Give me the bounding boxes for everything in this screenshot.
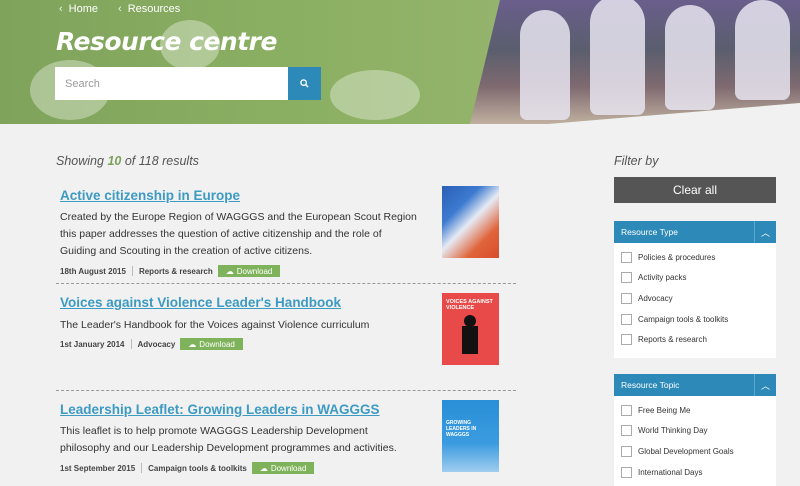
breadcrumb-home-link[interactable]: Home bbox=[69, 3, 98, 15]
meta-divider bbox=[130, 339, 132, 349]
result-date: 18th August 2015 bbox=[60, 266, 126, 276]
result-date: 1st September 2015 bbox=[60, 463, 136, 473]
results-count-suffix: of 118 results bbox=[121, 154, 199, 168]
results-count: Showing 10 of 118 results bbox=[56, 154, 199, 168]
chevron-left-icon: ‹ bbox=[59, 3, 63, 15]
checkbox[interactable] bbox=[621, 313, 632, 325]
hero-photo-figure bbox=[665, 5, 715, 110]
checkbox[interactable] bbox=[621, 445, 632, 457]
checkbox[interactable] bbox=[621, 272, 632, 284]
result-thumbnail[interactable]: GROWING LEADERS IN WAGGGS bbox=[442, 400, 499, 472]
result-thumbnail[interactable]: VOICES AGAINST VIOLENCE bbox=[442, 293, 499, 365]
result-description: This leaflet is to help promote WAGGGS L… bbox=[60, 425, 397, 454]
chevron-up-icon[interactable]: ︿ bbox=[754, 221, 776, 243]
cloud-download-icon: ☁ bbox=[259, 463, 268, 473]
facet-option-label: Campaign tools & toolkits bbox=[638, 314, 729, 324]
facet-header[interactable]: Resource Type ︿ bbox=[614, 221, 776, 243]
checkbox[interactable] bbox=[621, 334, 632, 346]
facet-option[interactable]: International Days bbox=[621, 462, 769, 483]
facet-option-label: Policies & procedures bbox=[638, 252, 716, 262]
checkbox[interactable] bbox=[621, 404, 632, 416]
result-item: Leadership Leaflet: Growing Leaders in W… bbox=[56, 400, 516, 474]
facet-option-label: World Thinking Day bbox=[638, 426, 708, 436]
hero-decoration bbox=[330, 70, 420, 120]
result-description: Created by the Europe Region of WAGGGS a… bbox=[60, 211, 417, 257]
search-button[interactable] bbox=[288, 67, 321, 100]
facet-option-label: Free Being Me bbox=[638, 405, 691, 415]
checkbox[interactable] bbox=[621, 425, 632, 437]
facet-option[interactable]: Policies & procedures bbox=[621, 247, 769, 268]
facet-option[interactable]: Advocacy bbox=[621, 288, 769, 309]
facet-options: Free Being Me World Thinking Day Global … bbox=[614, 396, 776, 486]
facet-option-label: Global Development Goals bbox=[638, 446, 734, 456]
facet-option-label: International Days bbox=[638, 467, 703, 477]
hero-photo-figure bbox=[520, 10, 570, 120]
results-count-prefix: Showing bbox=[56, 154, 108, 168]
breadcrumb-resources-link[interactable]: Resources bbox=[128, 3, 181, 15]
facet-option[interactable]: Activity packs bbox=[621, 268, 769, 289]
facet-header[interactable]: Resource Topic ︿ bbox=[614, 374, 776, 396]
thumbnail-figure bbox=[462, 326, 478, 354]
result-item: Voices against Violence Leader's Handboo… bbox=[56, 293, 516, 365]
facet-heading: Resource Type bbox=[621, 227, 679, 237]
download-button[interactable]: ☁ Download bbox=[217, 265, 281, 277]
download-button[interactable]: ☁ Download bbox=[180, 338, 243, 350]
download-label: Download bbox=[270, 463, 307, 473]
download-button[interactable]: ☁ Download bbox=[251, 462, 315, 474]
cloud-download-icon: ☁ bbox=[188, 339, 197, 349]
facet-option[interactable]: Global Development Goals bbox=[621, 441, 769, 462]
hero-photo-figure bbox=[590, 0, 645, 115]
result-item: Active citizenship in Europe Created by … bbox=[56, 186, 516, 277]
meta-divider bbox=[131, 266, 133, 276]
result-meta: 18th August 2015 Reports & research ☁ Do… bbox=[60, 265, 516, 277]
download-label: Download bbox=[236, 266, 273, 276]
filter-by-label: Filter by bbox=[614, 154, 659, 168]
search-icon bbox=[300, 79, 309, 88]
result-divider bbox=[56, 390, 516, 391]
result-description: The Leader's Handbook for the Voices aga… bbox=[60, 319, 370, 331]
facet-option-label: Reports & research bbox=[638, 335, 707, 345]
facet-option[interactable]: Campaign tools & toolkits bbox=[621, 309, 769, 330]
result-category: Reports & research bbox=[138, 266, 213, 276]
checkbox[interactable] bbox=[621, 251, 632, 263]
hero-banner: ‹ Home ‹ Resources Resource centre bbox=[0, 0, 800, 124]
result-date: 1st January 2014 bbox=[60, 339, 125, 349]
result-category: Advocacy bbox=[137, 339, 176, 349]
checkbox[interactable] bbox=[621, 466, 632, 478]
download-label: Download bbox=[199, 339, 235, 349]
cloud-download-icon: ☁ bbox=[225, 266, 234, 276]
thumbnail-title: VOICES AGAINST VIOLENCE bbox=[446, 299, 493, 311]
facet-option-label: Activity packs bbox=[638, 273, 687, 283]
facet-option[interactable]: Free Being Me bbox=[621, 400, 769, 421]
clear-all-button[interactable]: Clear all bbox=[614, 177, 776, 203]
facet-resource-topic: Resource Topic ︿ Free Being Me World Thi… bbox=[614, 374, 776, 486]
facet-option[interactable]: Reports & research bbox=[621, 329, 769, 350]
breadcrumb: ‹ Home ‹ Resources bbox=[59, 3, 180, 15]
result-category: Campaign tools & toolkits bbox=[148, 463, 247, 473]
thumbnail-title: GROWING LEADERS IN WAGGGS bbox=[446, 420, 477, 438]
checkbox[interactable] bbox=[621, 292, 632, 304]
chevron-up-icon[interactable]: ︿ bbox=[754, 374, 776, 396]
search-input[interactable] bbox=[55, 67, 288, 100]
facet-heading: Resource Topic bbox=[621, 380, 680, 390]
facet-resource-type: Resource Type ︿ Policies & procedures Ac… bbox=[614, 221, 776, 358]
result-thumbnail[interactable] bbox=[442, 186, 499, 258]
facet-option-label: Advocacy bbox=[638, 293, 673, 303]
facet-option[interactable]: World Thinking Day bbox=[621, 421, 769, 442]
chevron-left-icon: ‹ bbox=[118, 3, 122, 15]
hero-photo-figure bbox=[735, 0, 790, 100]
page-title: Resource centre bbox=[56, 27, 277, 56]
meta-divider bbox=[141, 463, 143, 473]
result-divider bbox=[56, 283, 516, 284]
facet-options: Policies & procedures Activity packs Adv… bbox=[614, 243, 776, 354]
results-count-shown: 10 bbox=[107, 154, 122, 168]
